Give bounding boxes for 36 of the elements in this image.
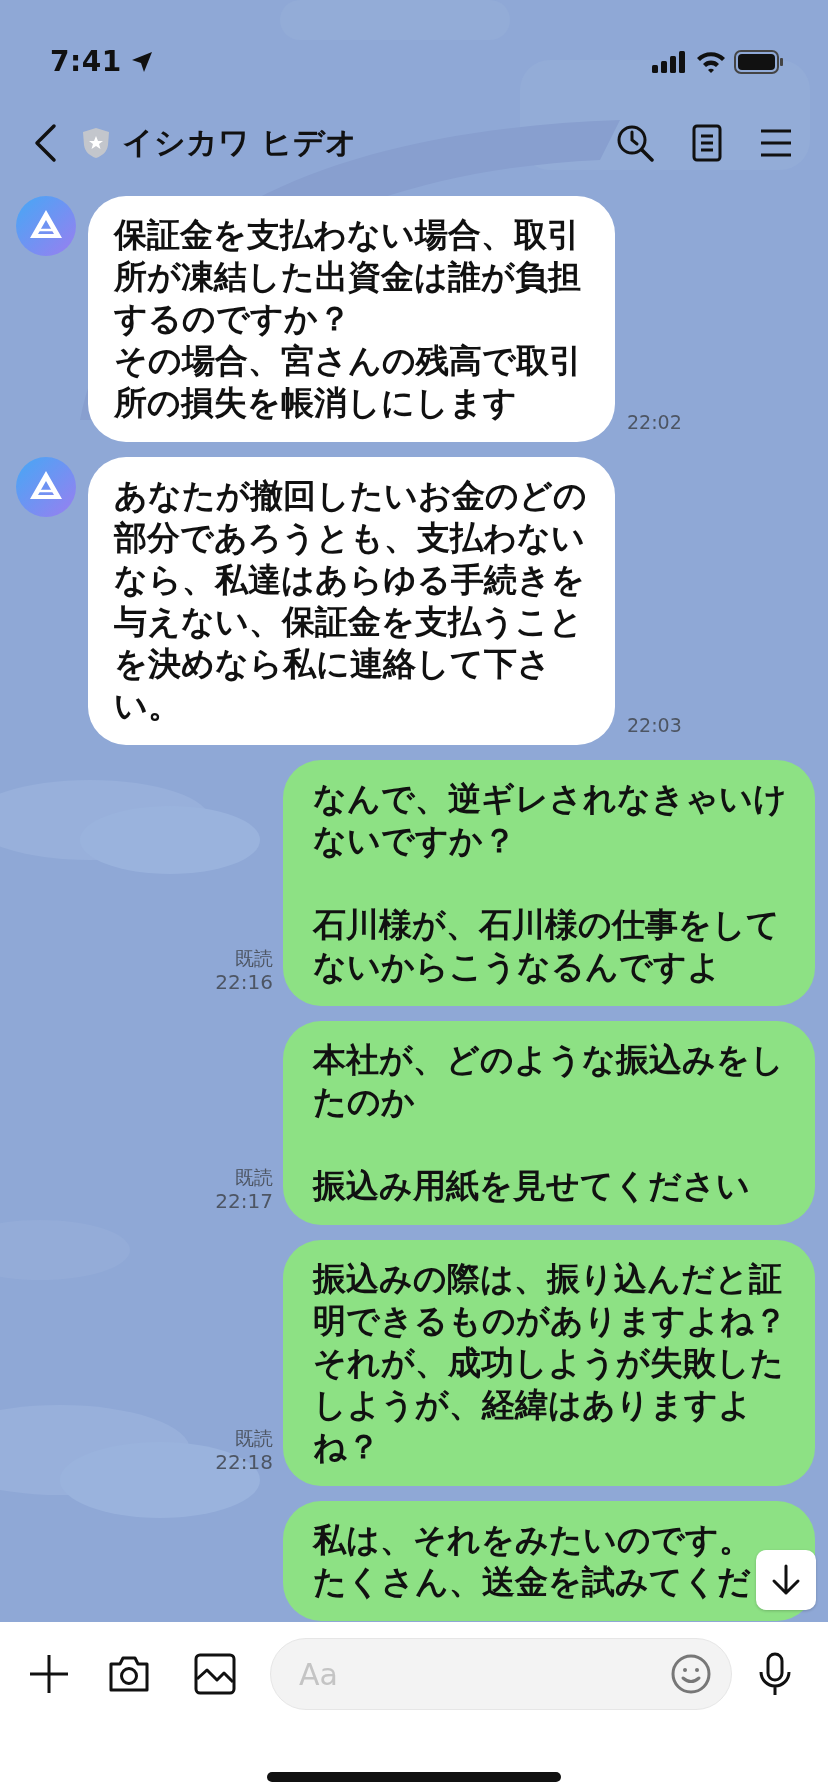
message-time: 22:16 [215,970,273,994]
camera-icon[interactable] [108,1655,150,1693]
message-text: 石川様が、石川様の仕事をしてないからこうなるんですよ [313,904,781,988]
notes-icon[interactable] [692,123,722,162]
message-text: なんで、逆ギレされなきゃいけないですか？ [313,778,788,862]
wifi-icon [696,50,726,73]
signal-icon [652,50,688,73]
search-history-icon[interactable] [616,123,654,162]
scroll-down-button[interactable] [756,1550,816,1610]
read-receipt: 既読 [234,1165,273,1189]
microphone-icon[interactable] [758,1652,792,1696]
message-text: その場合、宮さんの残高で取引所の損失を帳消しにします [114,340,583,424]
read-receipt: 既読 [234,1426,273,1450]
down-arrow-icon[interactable] [771,1564,801,1596]
message-time: 22:02 [627,410,682,435]
read-receipt: 既読 [234,946,273,970]
message-text: 本社が、どのような振込みをしたのか [313,1039,785,1123]
message-text: あなたが撤回したいお金のどの部分であろうとも、支払わないなら、私達はあらゆる手続きを与えない、保証金を支払うことを決めなら私に連絡して下さい。 [114,475,588,727]
chat-title: イシカワ ヒデオ [122,123,357,163]
message-time: 22:17 [215,1189,273,1213]
message-text: 私は、それをみたいのです。 [313,1519,752,1561]
back-button[interactable] [32,122,58,163]
message-time: 22:03 [627,713,682,738]
message-text: 保証金を支払わない場合、取引所が凍結した出資金は誰が負担するのですか？ [114,214,582,340]
image-icon[interactable] [194,1653,236,1695]
avatar-icon [16,457,76,517]
shield-star-icon [82,126,110,159]
message-text: 振込みの際は、振り込んだと証明できるものがありますよね？それが、成功しようが失敗したしようが、経緯はありますよね？ [313,1258,788,1468]
plus-icon[interactable] [28,1653,70,1695]
message-time: 22:18 [215,1450,273,1474]
battery-icon [734,49,784,74]
status-time: 7:41 [50,43,122,80]
message-text: 振込み用紙を見せてください [313,1165,750,1207]
message-text: たくさん、送金を試みてくだ [313,1561,751,1603]
emoji-icon[interactable] [670,1653,712,1695]
avatar-icon [16,196,76,256]
